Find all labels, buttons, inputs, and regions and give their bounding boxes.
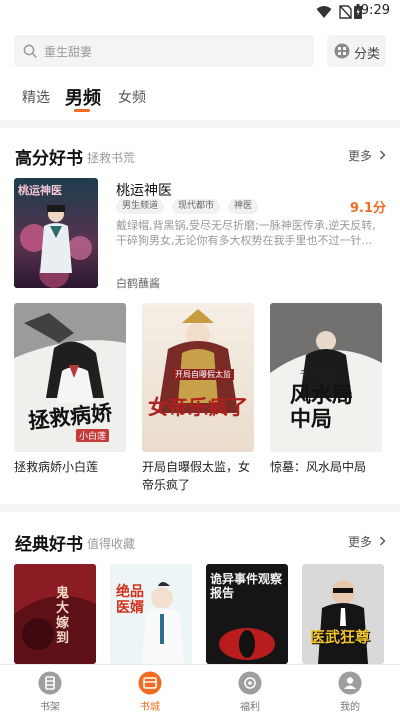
book-cover[interactable]: 拯救病娇 小白莲 [14,303,126,452]
more-button-classic[interactable]: 更多 [348,533,372,550]
book-cover-featured[interactable]: 桃运神医 [14,178,98,288]
section-subtitle-top: 拯救书荒 [87,151,136,165]
cover-text: 千个包子 [300,370,337,380]
section-subtitle-classic: 值得收藏 [87,537,136,551]
nav-label: 我的 [340,702,360,712]
category-button[interactable]: 分类 [327,35,386,67]
wifi-icon [316,6,332,18]
book-description: 戴绿帽,背黑锅,受尽无尽折磨;一脉神医传承,逆天反转, 干碎狗男女,无论你有多大… [116,219,376,247]
nav-label: 书城 [140,702,160,712]
cover-badge: 小白莲 [76,429,110,442]
category-label: 分类 [354,47,381,62]
nav-profile[interactable]: 我的 [320,665,380,712]
cover-text: 开局自曝假太监 [172,369,234,380]
section-divider [0,504,400,512]
more-button-top[interactable]: 更多 [348,147,372,164]
bottom-navigation: 书架 书城 福利 我的 [0,664,400,712]
book-cover[interactable]: 绝品医婿 [110,564,192,664]
book-tag: 神医 [228,199,259,214]
search-placeholder: 重生甜妻 [44,45,93,59]
nav-benefits[interactable]: 福利 [220,665,280,712]
search-icon [23,44,37,58]
book-title[interactable]: 惊墓：风水局中局 [270,458,366,476]
bookstore-icon [138,671,162,695]
nav-label: 书架 [40,702,60,712]
section-divider [0,120,400,128]
cover-text: 桃运神医 [18,184,62,197]
book-tag: 男生频道 [116,199,165,214]
search-input[interactable]: 重生甜妻 [14,35,314,67]
chevron-right-icon[interactable] [379,150,386,160]
bookshelf-icon [38,671,62,695]
gift-icon [238,671,262,695]
book-cover[interactable]: 千个包子 风水局中局 [270,303,382,452]
section-title-top: 高分好书 [15,149,83,169]
cover-text: 诡异事件观察报告 [210,572,283,600]
category-icon [334,43,350,59]
book-cover[interactable]: 鬼大嫁到 [14,564,96,664]
cover-text: 风水局中局 [290,383,353,431]
cover-text: 女帝乐疯了 [148,395,248,419]
tab-featured[interactable]: 精选 [22,87,50,107]
book-cover[interactable]: 医武狂尊 [302,564,384,664]
status-bar: 9:29 [0,0,400,24]
book-title[interactable]: 开局自曝假太监，女 帝乐疯了 [142,458,260,494]
tab-female[interactable]: 女频 [118,87,146,107]
featured-book-title[interactable]: 桃运神医 [116,180,172,200]
profile-icon [338,671,362,695]
nav-bookstore[interactable]: 书城 [120,665,180,712]
nav-label: 福利 [240,702,260,712]
cover-text: 医武狂尊 [310,628,371,646]
book-score: 9.1分 [349,201,386,216]
cover-text: 绝品医婿 [116,584,144,616]
book-title[interactable]: 拯救病娇小白莲 [14,458,98,476]
tab-male[interactable]: 男频 [65,84,101,110]
book-author: 白鹤蘸酱 [116,277,160,290]
book-tag: 现代都市 [172,199,221,214]
no-sim-icon [339,5,352,19]
active-tab-indicator [74,109,90,112]
section-title-classic: 经典好书 [15,535,83,555]
cover-text: 鬼大嫁到 [56,586,70,646]
book-cover[interactable]: 开局自曝假太监 女帝乐疯了 [142,303,254,452]
status-time: 9:29 [360,3,390,18]
chevron-right-icon[interactable] [379,536,386,546]
nav-bookshelf[interactable]: 书架 [20,665,80,712]
book-cover[interactable]: 诡异事件观察报告 [206,564,288,664]
